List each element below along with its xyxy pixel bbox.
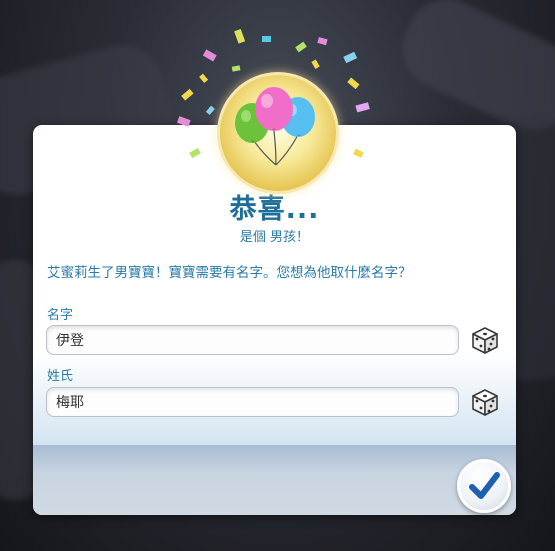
- randomize-first-name-button[interactable]: [467, 323, 503, 357]
- checkmark-icon: [469, 472, 500, 499]
- dialog-footer: [33, 445, 516, 515]
- dice-icon: [472, 389, 498, 416]
- last-name-input[interactable]: [46, 387, 459, 417]
- dice-icon: [472, 327, 498, 354]
- randomize-last-name-button[interactable]: [467, 385, 503, 419]
- dialog-message: 艾蜜莉生了男寶寶！寶寶需要有名字。您想為他取什麼名字？: [47, 265, 412, 281]
- celebration-medal: [217, 72, 339, 194]
- confirm-button[interactable]: [457, 459, 511, 513]
- first-name-label: 名字: [47, 308, 74, 323]
- dialog-subtitle: 是個 男孩！: [239, 230, 310, 245]
- last-name-label: 姓氏: [47, 369, 74, 384]
- balloons-icon: [235, 87, 315, 166]
- first-name-input[interactable]: [46, 325, 459, 355]
